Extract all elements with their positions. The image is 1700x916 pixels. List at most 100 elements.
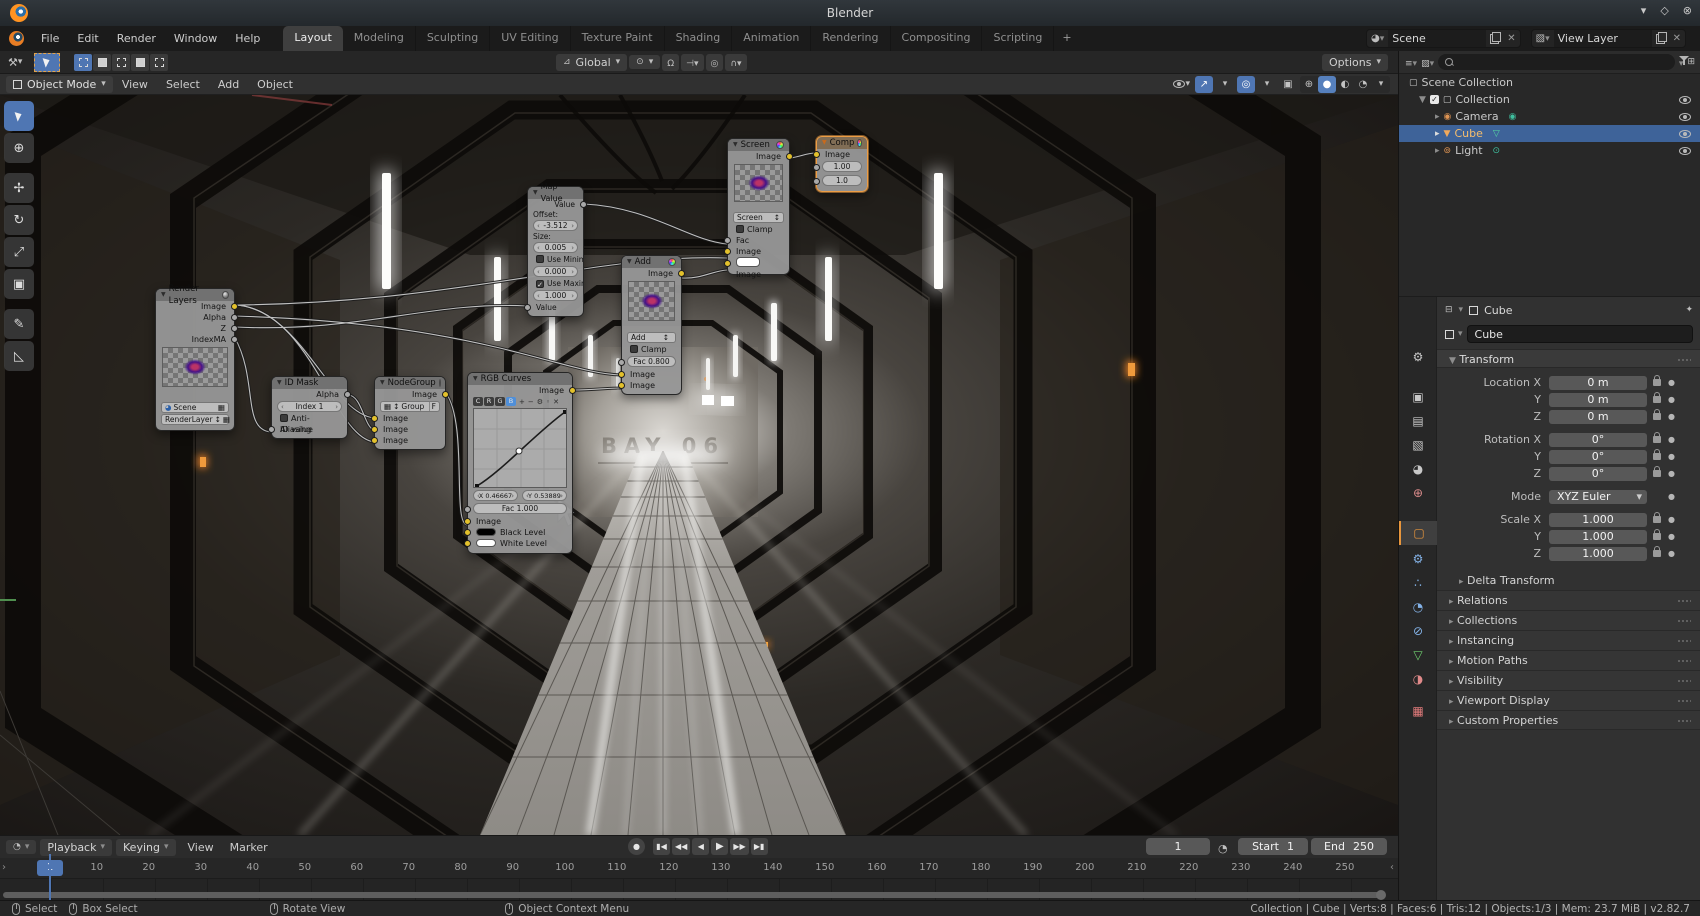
node-rgb-curves[interactable]: ▼RGB Curves Image C R G B + − ⚙ ◦ ✕ xyxy=(467,372,573,554)
play-button[interactable]: ▶ xyxy=(711,838,728,855)
curve-tools-icon[interactable]: ⚙ xyxy=(537,398,543,406)
input-image-3[interactable]: Image xyxy=(375,435,445,446)
blend-mode-dropdown[interactable]: Add↕ xyxy=(627,332,676,343)
output-z[interactable]: Z xyxy=(156,323,234,334)
tab-uv-editing[interactable]: UV Editing xyxy=(490,26,570,51)
tab-object-data[interactable]: ▽ xyxy=(1399,643,1437,667)
select-mode-subtract[interactable] xyxy=(112,54,130,71)
animate-dot[interactable]: ● xyxy=(1668,452,1675,461)
playback-dropdown[interactable]: Playback▾ xyxy=(40,839,112,856)
input-image-1[interactable]: Image xyxy=(375,413,445,424)
fac-slider[interactable]: Fac 1.000 xyxy=(473,503,567,514)
rotation-mode-dropdown[interactable]: XYZ Euler▾ xyxy=(1549,490,1647,504)
outliner-collection[interactable]: ▼ ✓ ▢ Collection xyxy=(1399,91,1700,108)
tab-sculpting[interactable]: Sculpting xyxy=(416,26,490,51)
channel-b[interactable]: B xyxy=(506,397,516,406)
delta-transform-subpanel[interactable]: ▸ Delta Transform xyxy=(1437,572,1700,590)
output-image[interactable]: Image xyxy=(375,389,445,400)
animate-dot[interactable]: ● xyxy=(1668,435,1675,444)
timeline-ruler[interactable]: › ‹ 1 1020304050607080901001101201301401… xyxy=(0,858,1398,879)
tool-select-box[interactable] xyxy=(4,101,34,131)
breadcrumb-object[interactable]: Cube xyxy=(1484,304,1512,317)
max-field[interactable]: ‹1.000› xyxy=(533,290,578,301)
node-screen-mix[interactable]: ▼Screen Image Screen↕ Clamp Fac Image Im… xyxy=(727,138,790,275)
add-point-icon[interactable]: + xyxy=(519,398,525,406)
alpha-row[interactable]: 1.00 xyxy=(817,161,867,174)
clamp-checkbox[interactable]: Clamp xyxy=(622,344,681,355)
menu-file[interactable]: File xyxy=(32,28,68,49)
maximize-icon[interactable]: ◇ xyxy=(1660,4,1668,17)
tool-annotate[interactable]: ✎ xyxy=(4,309,34,339)
snap-settings-dropdown[interactable]: ⊣▾ xyxy=(681,54,703,71)
3d-viewport[interactable]: BAY 06 xyxy=(0,95,1398,835)
expand-right-icon[interactable]: ‹ xyxy=(1390,862,1394,873)
input-white-level[interactable]: White Level xyxy=(468,538,572,549)
object-name-field[interactable]: Cube xyxy=(1467,325,1693,343)
location-z-field[interactable]: 0 m xyxy=(1549,410,1647,424)
shading-dropdown[interactable]: ▾ xyxy=(1372,76,1390,93)
transform-panel-header[interactable]: ▼ Transform xyxy=(1437,349,1700,368)
editor-type-dropdown[interactable]: ◔▾ xyxy=(6,840,36,854)
outliner-filter-button[interactable]: ▾ xyxy=(1679,56,1684,69)
z-row[interactable]: 1.0 xyxy=(817,175,867,188)
frame-start-field[interactable]: Start1 xyxy=(1238,838,1308,855)
panel-visibility[interactable]: ▸ Visibility xyxy=(1437,670,1700,690)
gizmo-dropdown[interactable]: ▾ xyxy=(1216,76,1234,93)
location-y-field[interactable]: 0 m xyxy=(1549,393,1647,407)
min-field[interactable]: ‹0.000› xyxy=(533,266,578,277)
node-add-mix[interactable]: ▼Add Image Add↕ Clamp Fac 0.800 Image Im… xyxy=(621,255,682,395)
color-swatch[interactable] xyxy=(736,257,760,267)
view-layer-selector[interactable]: ▧▾ View Layer ✕ xyxy=(1531,29,1686,48)
size-field[interactable]: ‹0.005› xyxy=(533,242,578,253)
render-layer-render-icon[interactable]: ▦ xyxy=(223,415,230,424)
collection-checkbox[interactable]: ✓ xyxy=(1430,95,1439,104)
outliner-item-cube[interactable]: ▸ ▼ Cube ▽ xyxy=(1399,125,1700,142)
tab-view-layer[interactable]: ▧ xyxy=(1399,433,1437,457)
blender-menu-icon[interactable] xyxy=(9,31,24,46)
expand-left-icon[interactable]: › xyxy=(2,862,6,873)
expand-icon[interactable]: ▸ xyxy=(1435,112,1440,122)
select-mode-set[interactable] xyxy=(74,54,92,71)
solid-shading-button[interactable]: ● xyxy=(1318,76,1336,93)
group-selector[interactable]: ▦↕GroupF xyxy=(380,401,440,412)
black-level-swatch[interactable] xyxy=(476,528,496,536)
outliner-search-input[interactable] xyxy=(1438,54,1675,70)
tool-cursor[interactable]: ⊕ xyxy=(4,133,34,163)
delete-point-icon[interactable]: ✕ xyxy=(553,398,559,406)
output-image[interactable]: Image xyxy=(622,268,681,279)
minimize-icon[interactable]: ▾ xyxy=(1641,4,1647,17)
view-layer-unlink-icon[interactable]: ✕ xyxy=(1669,33,1685,44)
tab-scene[interactable]: ◕ xyxy=(1399,457,1437,481)
tool-transform[interactable]: ▣ xyxy=(4,269,34,299)
current-frame-field[interactable]: 1 xyxy=(1146,838,1210,855)
timeline-menu-view[interactable]: View xyxy=(180,838,222,857)
tab-world[interactable]: ⊕ xyxy=(1399,481,1437,505)
lock-icon[interactable] xyxy=(1653,516,1661,523)
panel-relations[interactable]: ▸ Relations xyxy=(1437,590,1700,610)
rotation-x-field[interactable]: 0° xyxy=(1549,433,1647,447)
render-layer-field[interactable]: RenderLayer↕▦ xyxy=(161,414,229,425)
lock-icon[interactable] xyxy=(1653,533,1661,540)
channel-g[interactable]: G xyxy=(495,397,505,406)
pivot-point-dropdown[interactable]: ⊙ ▾ xyxy=(629,55,660,69)
title-bar[interactable]: Blender ▾ ◇ ⊗ xyxy=(0,0,1700,26)
rotation-z-field[interactable]: 0° xyxy=(1549,467,1647,481)
z-field[interactable]: 1.0 xyxy=(822,175,862,186)
auto-keyframe-stopwatch-icon[interactable]: ◔ xyxy=(1218,842,1228,855)
select-mode-extend[interactable] xyxy=(93,54,111,71)
options-dropdown[interactable]: Options ▾ xyxy=(1322,54,1388,71)
clamp-checkbox[interactable]: Clamp xyxy=(728,224,789,235)
visibility-eye-icon[interactable] xyxy=(1679,130,1691,138)
outliner-filter-dropdown[interactable]: ▧▾ xyxy=(1421,56,1434,69)
viewport-menu-select[interactable]: Select xyxy=(157,75,209,94)
animate-dot[interactable]: ● xyxy=(1668,515,1675,524)
lock-icon[interactable] xyxy=(1653,396,1661,403)
lock-icon[interactable] xyxy=(1653,413,1661,420)
next-keyframe-button[interactable]: ▶▶ xyxy=(730,838,748,855)
frame-end-field[interactable]: End250 xyxy=(1311,838,1387,855)
panel-grip[interactable] xyxy=(1677,358,1691,362)
output-alpha[interactable]: Alpha xyxy=(156,312,234,323)
node-composite[interactable]: ▼Comp Image 1.00 1.0 xyxy=(816,136,868,192)
pin-icon[interactable]: ✦ xyxy=(1685,305,1693,315)
curve-y-field[interactable]: ‹Y 0.53889› xyxy=(522,490,567,501)
